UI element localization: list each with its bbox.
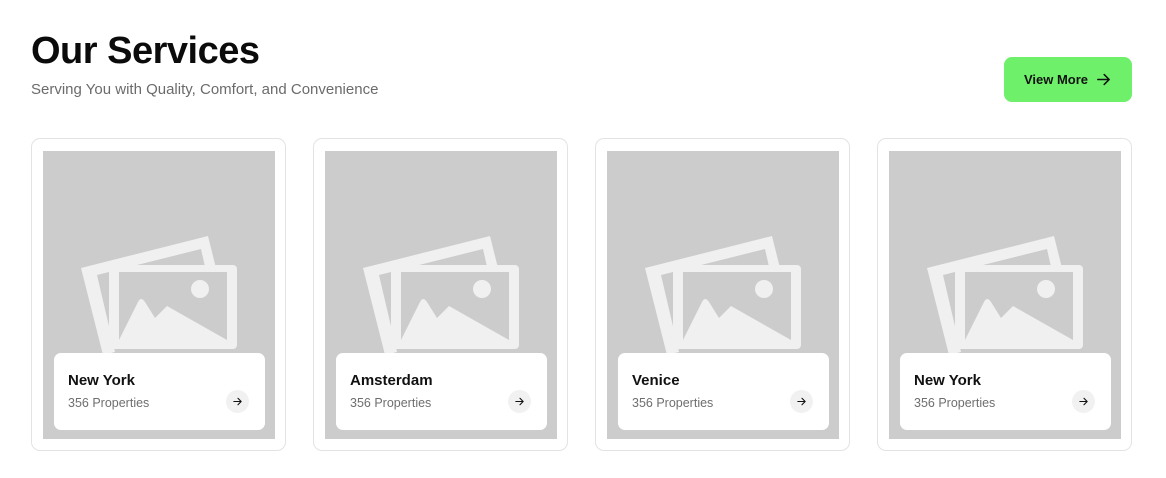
card-info: Amsterdam 356 Properties xyxy=(336,353,547,430)
property-count: 356 Properties xyxy=(632,396,714,410)
city-name: Amsterdam xyxy=(350,372,433,389)
services-section: Our Services Serving You with Quality, C… xyxy=(0,0,1166,478)
page-subtitle: Serving You with Quality, Comfort, and C… xyxy=(31,81,379,98)
arrow-right-icon xyxy=(797,397,806,406)
arrow-right-icon xyxy=(233,397,242,406)
page-title: Our Services xyxy=(31,30,260,72)
service-card[interactable]: Amsterdam 356 Properties xyxy=(313,138,568,451)
card-arrow-button[interactable] xyxy=(508,390,531,413)
card-arrow-button[interactable] xyxy=(226,390,249,413)
property-count: 356 Properties xyxy=(350,396,432,410)
city-name: New York xyxy=(914,372,981,389)
property-count: 356 Properties xyxy=(68,396,150,410)
card-info: New York 356 Properties xyxy=(54,353,265,430)
arrow-right-icon xyxy=(515,397,524,406)
arrow-right-icon xyxy=(1079,397,1088,406)
service-card[interactable]: New York 356 Properties xyxy=(877,138,1132,451)
card-arrow-button[interactable] xyxy=(1072,390,1095,413)
card-arrow-button[interactable] xyxy=(790,390,813,413)
arrow-right-icon xyxy=(1097,73,1110,86)
city-name: Venice xyxy=(632,372,680,389)
city-name: New York xyxy=(68,372,135,389)
property-count: 356 Properties xyxy=(914,396,996,410)
card-info: New York 356 Properties xyxy=(900,353,1111,430)
service-card[interactable]: Venice 356 Properties xyxy=(595,138,850,451)
view-more-label: View More xyxy=(1023,72,1089,87)
view-more-button[interactable]: View More xyxy=(1004,57,1132,102)
service-card[interactable]: New York 356 Properties xyxy=(31,138,286,451)
card-info: Venice 356 Properties xyxy=(618,353,829,430)
